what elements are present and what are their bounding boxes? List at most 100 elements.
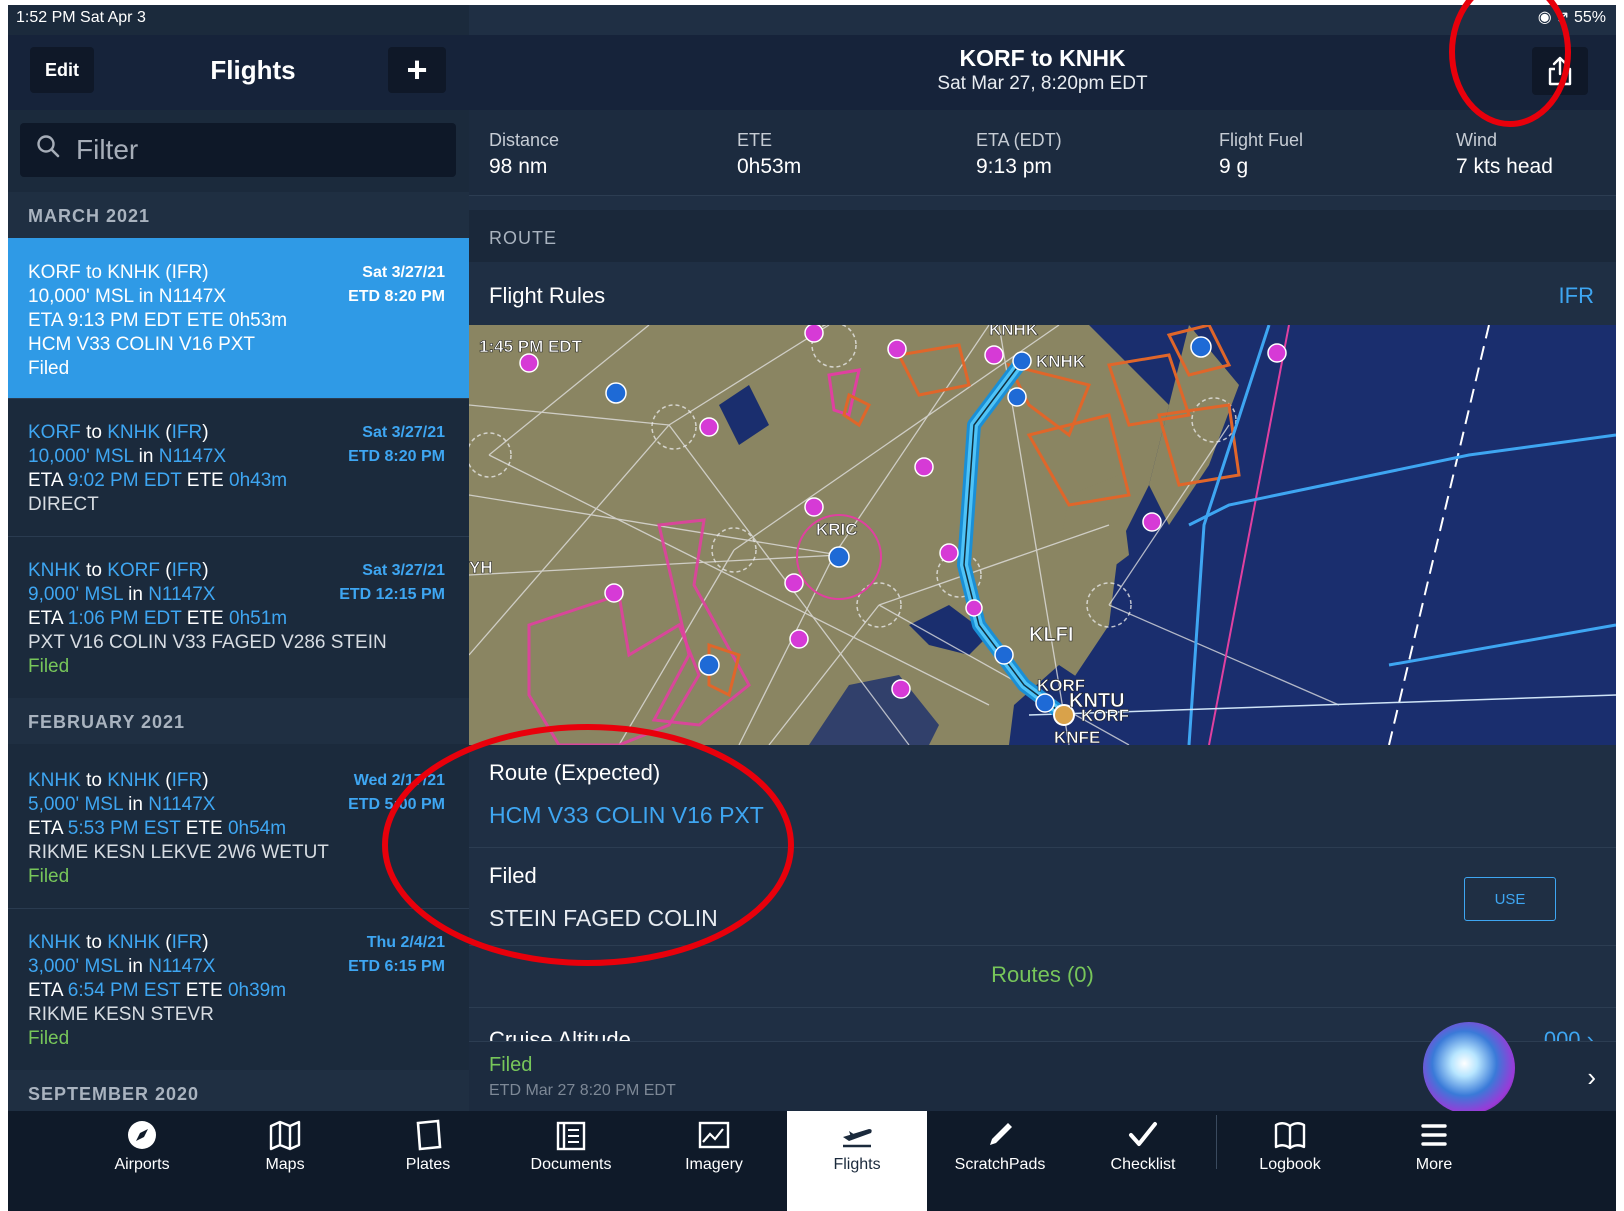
- tab-more[interactable]: More: [1364, 1111, 1504, 1211]
- filed-route-label: Filed: [489, 863, 537, 888]
- add-flight-button[interactable]: +: [388, 47, 446, 93]
- plate-icon: [416, 1119, 442, 1151]
- filing-status: Filed: [489, 1054, 533, 1076]
- flight-eta-line: ETA 9:02 PM EDT ETE 0h43m: [28, 470, 288, 491]
- use-filed-route-button[interactable]: USE: [1464, 877, 1556, 921]
- section-header-february-2021: FEBRUARY 2021: [8, 698, 469, 744]
- tab-checklist[interactable]: Checklist: [1073, 1111, 1213, 1211]
- flight-route-line: KORF to KNHK (IFR): [28, 422, 209, 443]
- divider: [469, 847, 1616, 848]
- chevron-right-icon[interactable]: ›: [1587, 1062, 1596, 1093]
- tab-plates[interactable]: Plates: [358, 1111, 498, 1211]
- flight-etd: ETD 8:20 PM: [348, 288, 445, 305]
- flight-list-item[interactable]: KNHK to KORF (IFR) Sat 3/27/21 9,000' MS…: [8, 536, 469, 699]
- pencil-icon: [990, 1123, 1012, 1145]
- tab-documents[interactable]: Documents: [501, 1111, 641, 1211]
- routes-button[interactable]: Routes (0): [469, 962, 1616, 988]
- flight-altitude-line: 3,000' MSL in N1147X: [28, 956, 216, 977]
- search-icon: [37, 135, 60, 158]
- flight-list-item[interactable]: KNHK to KNHK (IFR) Wed 2/17/21 5,000' MS…: [8, 746, 469, 909]
- flight-altitude-line: 5,000' MSL in N1147X: [28, 794, 216, 815]
- flight-status: Filed: [28, 656, 70, 677]
- flight-rules-label: Flight Rules: [489, 283, 606, 308]
- share-icon: [1548, 56, 1572, 86]
- checkmark-icon: [1129, 1122, 1157, 1146]
- route-expected-value[interactable]: HCM V33 COLIN V16 PXT: [489, 802, 764, 829]
- flight-etd: ETD 5:00 PM: [348, 796, 445, 813]
- flight-eta-line: ETA 1:06 PM EDT ETE 0h51m: [28, 608, 288, 629]
- flight-eta-line: ETA 6:54 PM EST ETE 0h39m: [28, 980, 287, 1001]
- filter-field[interactable]: [20, 123, 456, 177]
- status-time: 1:52 PM Sat Apr 3: [16, 9, 146, 26]
- flight-list-item-selected[interactable]: KORF to KNHK (IFR) Sat 3/27/21 10,000' M…: [8, 238, 469, 399]
- menu-icon: [1421, 1124, 1447, 1146]
- flights-list-title: Flights: [210, 55, 296, 85]
- svg-text:1:45 PM EDT: 1:45 PM EDT: [479, 337, 583, 356]
- flight-status: Filed: [28, 866, 70, 887]
- flight-altitude-line: 10,000' MSL in N1147X: [28, 286, 227, 307]
- tab-scratchpads[interactable]: ScratchPads: [930, 1111, 1070, 1211]
- flight-route-string: HCM V33 COLIN V16 PXT: [28, 334, 256, 355]
- status-indicators: ◉ ↗ 55%: [1537, 9, 1606, 26]
- flight-altitude-line: 10,000' MSL in N1147X: [28, 446, 227, 467]
- flight-route-line: KNHK to KNHK (IFR): [28, 932, 209, 953]
- flight-altitude-line: 9,000' MSL in N1147X: [28, 584, 216, 605]
- stat-ete: ETE 0h53m: [737, 130, 802, 178]
- flight-date: Thu 2/4/21: [366, 934, 445, 951]
- edit-button[interactable]: Edit: [30, 47, 94, 93]
- svg-text:KRIC: KRIC: [816, 520, 858, 539]
- filing-etd: ETD Mar 27 8:20 PM EDT: [489, 1082, 676, 1099]
- tab-logbook[interactable]: Logbook: [1220, 1111, 1360, 1211]
- stat-wind: Wind 7 kts head: [1456, 130, 1553, 178]
- documents-icon: [556, 1121, 586, 1151]
- flight-status: Filed: [28, 358, 70, 379]
- svg-text:YH: YH: [469, 558, 493, 577]
- stat-distance: Distance 98 nm: [489, 130, 560, 178]
- flight-stats-bar: Distance 98 nm ETE 0h53m ETA (EDT) 9:13 pm …: [469, 110, 1616, 196]
- tab-airports[interactable]: Airports: [72, 1111, 212, 1211]
- flight-date: Sat 3/27/21: [362, 424, 445, 441]
- section-header-label: MARCH 2021: [28, 206, 151, 226]
- section-header-march-2021: MARCH 2021: [8, 192, 469, 238]
- imagery-icon: [698, 1121, 730, 1149]
- svg-text:KLFI: KLFI: [1029, 624, 1073, 646]
- tab-imagery[interactable]: Imagery: [644, 1111, 784, 1211]
- filter-input[interactable]: [76, 133, 436, 167]
- siri-orb-icon[interactable]: [1423, 1022, 1515, 1114]
- compass-icon: [128, 1121, 156, 1149]
- stat-eta: ETA (EDT) 9:13 pm: [976, 130, 1062, 178]
- tab-maps[interactable]: Maps: [215, 1111, 355, 1211]
- flight-detail-panel: KORF to KNHK Sat Mar 27, 8:20pm EDT Dist…: [469, 5, 1616, 1114]
- flight-route-string: PXT V16 COLIN V33 FAGED V286 STEIN: [28, 632, 387, 653]
- flight-list-item[interactable]: KORF to KNHK (IFR) Sat 3/27/21 10,000' M…: [8, 398, 469, 537]
- route-map[interactable]: 1:45 PM EDT KNHK KNHK KRIC KLFI KORF KNT…: [469, 325, 1616, 745]
- flight-status: Filed: [28, 1028, 70, 1049]
- svg-text:KORF: KORF: [1081, 706, 1129, 725]
- flight-eta-line: ETA 5:53 PM EST ETE 0h54m: [28, 818, 287, 839]
- svg-text:KNHK: KNHK: [989, 325, 1039, 339]
- flight-route-line: KNHK to KNHK (IFR): [28, 770, 209, 791]
- route-expected-label: Route (Expected): [489, 760, 661, 785]
- section-header-label: SEPTEMBER 2020: [28, 1084, 200, 1104]
- svg-text:KNHK: KNHK: [1036, 352, 1086, 371]
- airplane-icon: [843, 1129, 872, 1148]
- section-header-september-2020: SEPTEMBER 2020: [8, 1070, 469, 1116]
- flights-list-panel: Edit Flights + MARCH 2021 KORF to KNHK (…: [8, 5, 469, 1116]
- route-section-header: ROUTE: [469, 210, 1616, 262]
- flight-etd: ETD 12:15 PM: [339, 586, 445, 603]
- flight-route-line: KNHK to KORF (IFR): [28, 560, 209, 581]
- flight-date: Sat 3/27/21: [362, 562, 445, 579]
- flight-route-string: RIKME KESN STEVR: [28, 1004, 214, 1025]
- map-icon: [269, 1120, 301, 1151]
- tab-flights[interactable]: Flights: [787, 1111, 927, 1211]
- flight-rules-row[interactable]: Flight Rules IFR: [469, 263, 1616, 325]
- svg-text:KNFE: KNFE: [1054, 728, 1100, 745]
- flight-list-item[interactable]: KNHK to KNHK (IFR) Thu 2/4/21 3,000' MSL…: [8, 908, 469, 1071]
- tab-bar: Airports Maps Plates Documents Imagery F…: [8, 1111, 1616, 1211]
- divider: [469, 1007, 1616, 1008]
- share-button[interactable]: [1532, 47, 1588, 95]
- flight-date: Wed 2/17/21: [353, 772, 445, 789]
- flight-rules-value[interactable]: IFR: [1559, 283, 1594, 309]
- flight-etd: ETD 8:20 PM: [348, 448, 445, 465]
- flight-eta-line: ETA 9:13 PM EDT ETE 0h53m: [28, 310, 288, 331]
